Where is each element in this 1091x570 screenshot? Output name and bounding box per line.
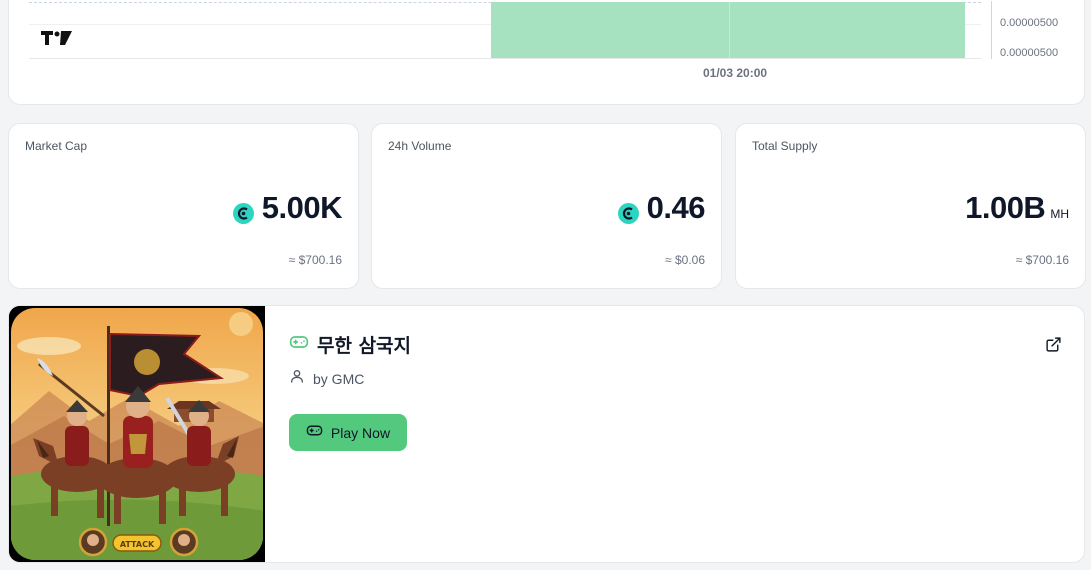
gamepad-icon <box>306 422 323 444</box>
stat-label: 24h Volume <box>388 139 452 153</box>
coin-icon <box>232 203 254 224</box>
game-title: 무한 삼국지 <box>317 335 412 357</box>
stat-label: Total Supply <box>752 139 818 153</box>
x-tick-label: 01/03 20:00 <box>703 66 768 80</box>
stat-value: 1.00B <box>965 190 1046 225</box>
market-cap-card: Market Cap 5.00K ≈ $700.16 <box>8 123 359 289</box>
bar-separator <box>729 2 730 59</box>
stat-usd-value: ≈ $700.16 <box>1015 253 1069 267</box>
volume-card: 24h Volume 0.46 ≈ $0.06 <box>371 123 722 289</box>
stat-value: 0.46 <box>646 190 706 225</box>
user-icon <box>289 368 305 389</box>
price-chart[interactable] <box>29 1 981 59</box>
play-now-button[interactable]: Play Now <box>289 414 407 451</box>
stat-label: Market Cap <box>25 139 88 153</box>
game-card: ATTACK 무한 삼국지 by GMC Play Now <box>8 305 1085 563</box>
y-tick-label: 0.00000500 <box>1000 17 1059 29</box>
volume-bar <box>491 2 965 59</box>
total-supply-card: Total Supply 1.00B MH ≈ $700.16 <box>735 123 1086 289</box>
game-author: by GMC <box>313 370 365 387</box>
tradingview-logo-icon[interactable] <box>41 31 72 50</box>
y-axis-line <box>991 1 992 59</box>
game-cover-image[interactable]: ATTACK <box>9 306 265 562</box>
stat-usd-value: ≈ $0.06 <box>665 253 705 267</box>
x-axis-line <box>29 58 981 59</box>
play-now-label: Play Now <box>330 424 391 441</box>
coin-icon <box>617 203 639 224</box>
y-tick-label: 0.00000500 <box>1000 47 1059 59</box>
stat-usd-value: ≈ $700.16 <box>288 253 342 267</box>
stat-value: 5.00K <box>261 190 343 225</box>
external-link-icon[interactable] <box>1045 336 1062 358</box>
stat-unit: MH <box>1050 207 1069 221</box>
attack-label: ATTACK <box>120 540 155 549</box>
gamepad-icon <box>289 332 309 357</box>
price-chart-card: 0.00000500 0.00000500 01/03 20:00 <box>8 0 1085 105</box>
